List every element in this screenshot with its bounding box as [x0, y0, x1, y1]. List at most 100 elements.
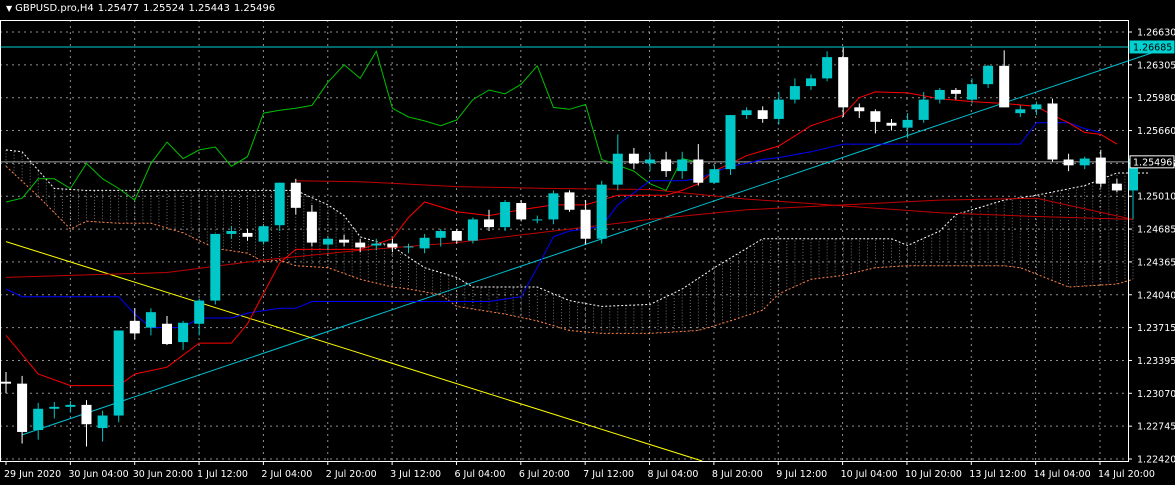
- candle-bear[interactable]: [129, 320, 140, 334]
- candle-bull[interactable]: [210, 233, 221, 301]
- x-tick-label: 8 Jul 04:00: [648, 469, 699, 480]
- candle-bull[interactable]: [145, 312, 156, 328]
- candle-bear[interactable]: [355, 242, 366, 248]
- candle-bear[interactable]: [306, 211, 317, 243]
- candle-bull[interactable]: [596, 184, 607, 239]
- x-tick-label: 9 Jul 12:00: [776, 469, 827, 480]
- x-tick-label: 7 Jul 12:00: [583, 469, 634, 480]
- candle-bull[interactable]: [1031, 104, 1042, 110]
- candle-bull[interactable]: [532, 219, 543, 221]
- y-tick-label: 1.25660: [1137, 126, 1175, 137]
- chart-header: ▼ GBPUSD.pro,H4 1.25477 1.25524 1.25443 1.254…: [6, 3, 275, 14]
- candle-bull[interactable]: [419, 237, 430, 249]
- y-tick-label: 1.25980: [1137, 93, 1175, 104]
- candle-bull[interactable]: [274, 182, 285, 226]
- x-tick-label: 3 Jul 12:00: [390, 469, 441, 480]
- candle-bear[interactable]: [838, 57, 849, 108]
- candle-bear[interactable]: [17, 383, 28, 432]
- candle-bear[interactable]: [290, 182, 301, 208]
- candle-bull[interactable]: [113, 330, 124, 416]
- price-tag-label: 1.25496: [1133, 157, 1172, 168]
- candle-bull[interactable]: [967, 84, 977, 100]
- candle-bull[interactable]: [1015, 109, 1026, 114]
- candle-bull[interactable]: [806, 78, 816, 87]
- candle-bull[interactable]: [677, 159, 688, 172]
- price-chart[interactable]: 1.266301.263051.259801.256601.253351.250…: [0, 0, 1175, 485]
- candle-bull[interactable]: [1079, 158, 1090, 166]
- candle-bull[interactable]: [983, 65, 994, 85]
- candle-bull[interactable]: [323, 238, 333, 245]
- x-tick-label: 8 Jul 20:00: [712, 469, 763, 480]
- candle-bull[interactable]: [822, 57, 833, 79]
- candle-bear[interactable]: [564, 192, 575, 210]
- candle-bear[interactable]: [81, 404, 92, 425]
- candle-bull[interactable]: [741, 110, 752, 116]
- candle-bear[interactable]: [242, 232, 253, 237]
- y-tick-label: 1.25010: [1137, 192, 1175, 203]
- candle-bull[interactable]: [258, 226, 269, 242]
- candle-bull[interactable]: [403, 246, 414, 248]
- candle-bull[interactable]: [65, 404, 76, 407]
- y-tick-label: 1.23395: [1137, 356, 1175, 367]
- low-value: 1.25443: [188, 3, 230, 14]
- candle-bull[interactable]: [725, 115, 736, 170]
- candle-bull[interactable]: [773, 99, 784, 119]
- candle-bear[interactable]: [854, 107, 865, 112]
- candle-bull[interactable]: [709, 169, 720, 183]
- collapse-triangle-icon[interactable]: ▼: [6, 4, 12, 13]
- close-value: 1.25496: [233, 3, 276, 14]
- candle-bear[interactable]: [693, 159, 704, 183]
- candle-bull[interactable]: [97, 415, 108, 429]
- candle-bear[interactable]: [1, 381, 11, 384]
- candle-bear[interactable]: [451, 231, 462, 241]
- candle-bear[interactable]: [484, 219, 494, 228]
- candle-bull[interactable]: [612, 153, 623, 185]
- x-tick-label: 29 Jun 2020: [4, 469, 61, 480]
- x-tick-label: 13 Jul 12:00: [969, 469, 1026, 480]
- candle-bull[interactable]: [548, 193, 559, 220]
- candle-bear[interactable]: [870, 111, 881, 122]
- candle-bull[interactable]: [178, 322, 189, 343]
- candle-bull[interactable]: [645, 159, 655, 164]
- y-tick-label: 1.26305: [1137, 60, 1175, 71]
- candle-bear[interactable]: [1095, 157, 1106, 184]
- candle-bull[interactable]: [33, 408, 44, 431]
- candle-bear[interactable]: [628, 153, 639, 164]
- candle-bear[interactable]: [387, 243, 398, 248]
- candle-bull[interactable]: [371, 243, 382, 246]
- candle-bear[interactable]: [886, 122, 897, 126]
- y-tick-label: 1.22420: [1137, 455, 1175, 466]
- y-tick-label: 1.24365: [1137, 257, 1175, 268]
- high-value: 1.25524: [143, 3, 185, 14]
- candle-bull[interactable]: [902, 119, 913, 128]
- candle-bull[interactable]: [467, 219, 478, 241]
- candle-bear[interactable]: [1063, 159, 1074, 166]
- candle-bear[interactable]: [580, 209, 591, 239]
- candle-bear[interactable]: [950, 89, 961, 94]
- candle-bull[interactable]: [194, 300, 205, 324]
- x-tick-label: 6 Jul 20:00: [519, 469, 570, 480]
- candle-bear[interactable]: [1047, 103, 1058, 160]
- symbol-label: GBPUSD.pro,H4: [15, 3, 94, 14]
- y-tick-label: 1.24685: [1137, 225, 1175, 236]
- price-tag-label: 1.26685: [1133, 42, 1172, 53]
- candle-bear[interactable]: [339, 239, 350, 243]
- candle-bear[interactable]: [757, 110, 768, 119]
- candle-bull[interactable]: [789, 86, 800, 100]
- candle-bear[interactable]: [661, 159, 672, 172]
- candle-bear[interactable]: [999, 65, 1010, 108]
- candle-bull[interactable]: [500, 202, 511, 228]
- candle-bear[interactable]: [516, 202, 527, 220]
- candle-bear[interactable]: [1111, 183, 1122, 191]
- x-tick-label: 2 Jul 20:00: [326, 469, 377, 480]
- candle-bull[interactable]: [934, 89, 945, 100]
- y-tick-label: 1.24040: [1137, 290, 1175, 301]
- x-tick-label: 14 Jul 20:00: [1098, 469, 1155, 480]
- open-value: 1.25477: [97, 3, 140, 14]
- candle-bull[interactable]: [226, 231, 237, 234]
- x-tick-label: 1 Jul 12:00: [197, 469, 248, 480]
- candle-bull[interactable]: [49, 406, 60, 409]
- candle-bear[interactable]: [162, 323, 172, 345]
- candle-bull[interactable]: [435, 231, 446, 238]
- candle-bull[interactable]: [918, 99, 929, 120]
